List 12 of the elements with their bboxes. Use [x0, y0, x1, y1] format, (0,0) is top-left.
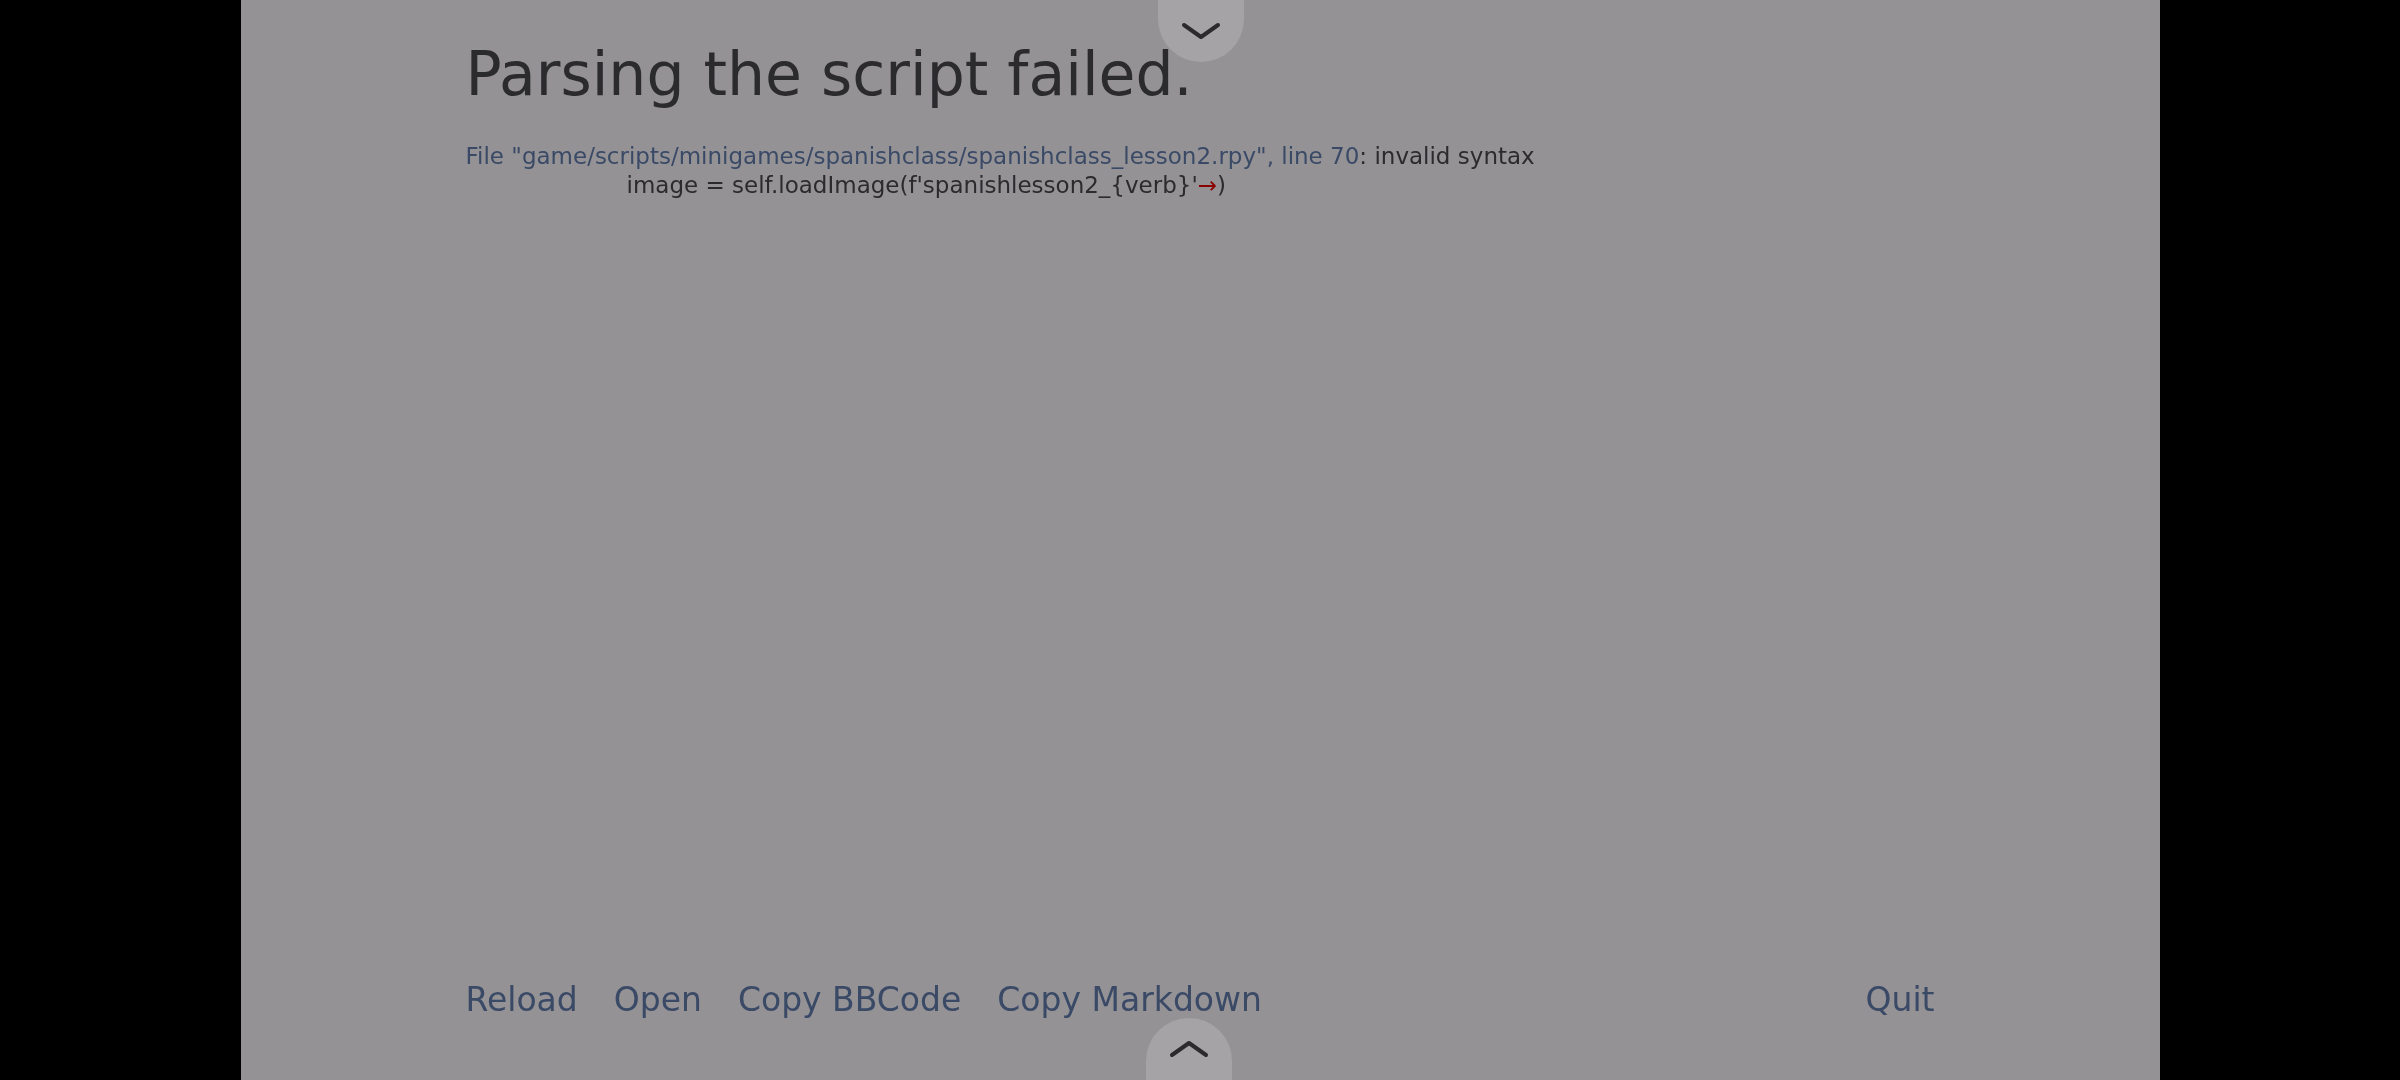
action-button[interactable]: Copy Markdown: [997, 980, 1262, 1020]
action-button[interactable]: Copy BBCode: [737, 980, 962, 1020]
chevron-up-icon: [1168, 1040, 1209, 1058]
error-message: : invalid syntax: [1359, 143, 1535, 169]
chevron-down-icon: [1180, 22, 1221, 40]
code-line: image = self.loadImage(f'spanishlesson2_{verb}'→): [625, 171, 1228, 200]
action-button[interactable]: Open: [613, 980, 702, 1020]
quit-button[interactable]: Quit: [1865, 980, 1935, 1020]
error-title: Parsing the script failed.: [465, 38, 1194, 111]
expand-handle[interactable]: [1145, 1018, 1232, 1080]
action-button[interactable]: Reload: [465, 980, 578, 1020]
file-location-link[interactable]: File "game/scripts/minigames/spanishclass/spanishclass_lesson2.rpy", line 70: [465, 143, 1360, 169]
